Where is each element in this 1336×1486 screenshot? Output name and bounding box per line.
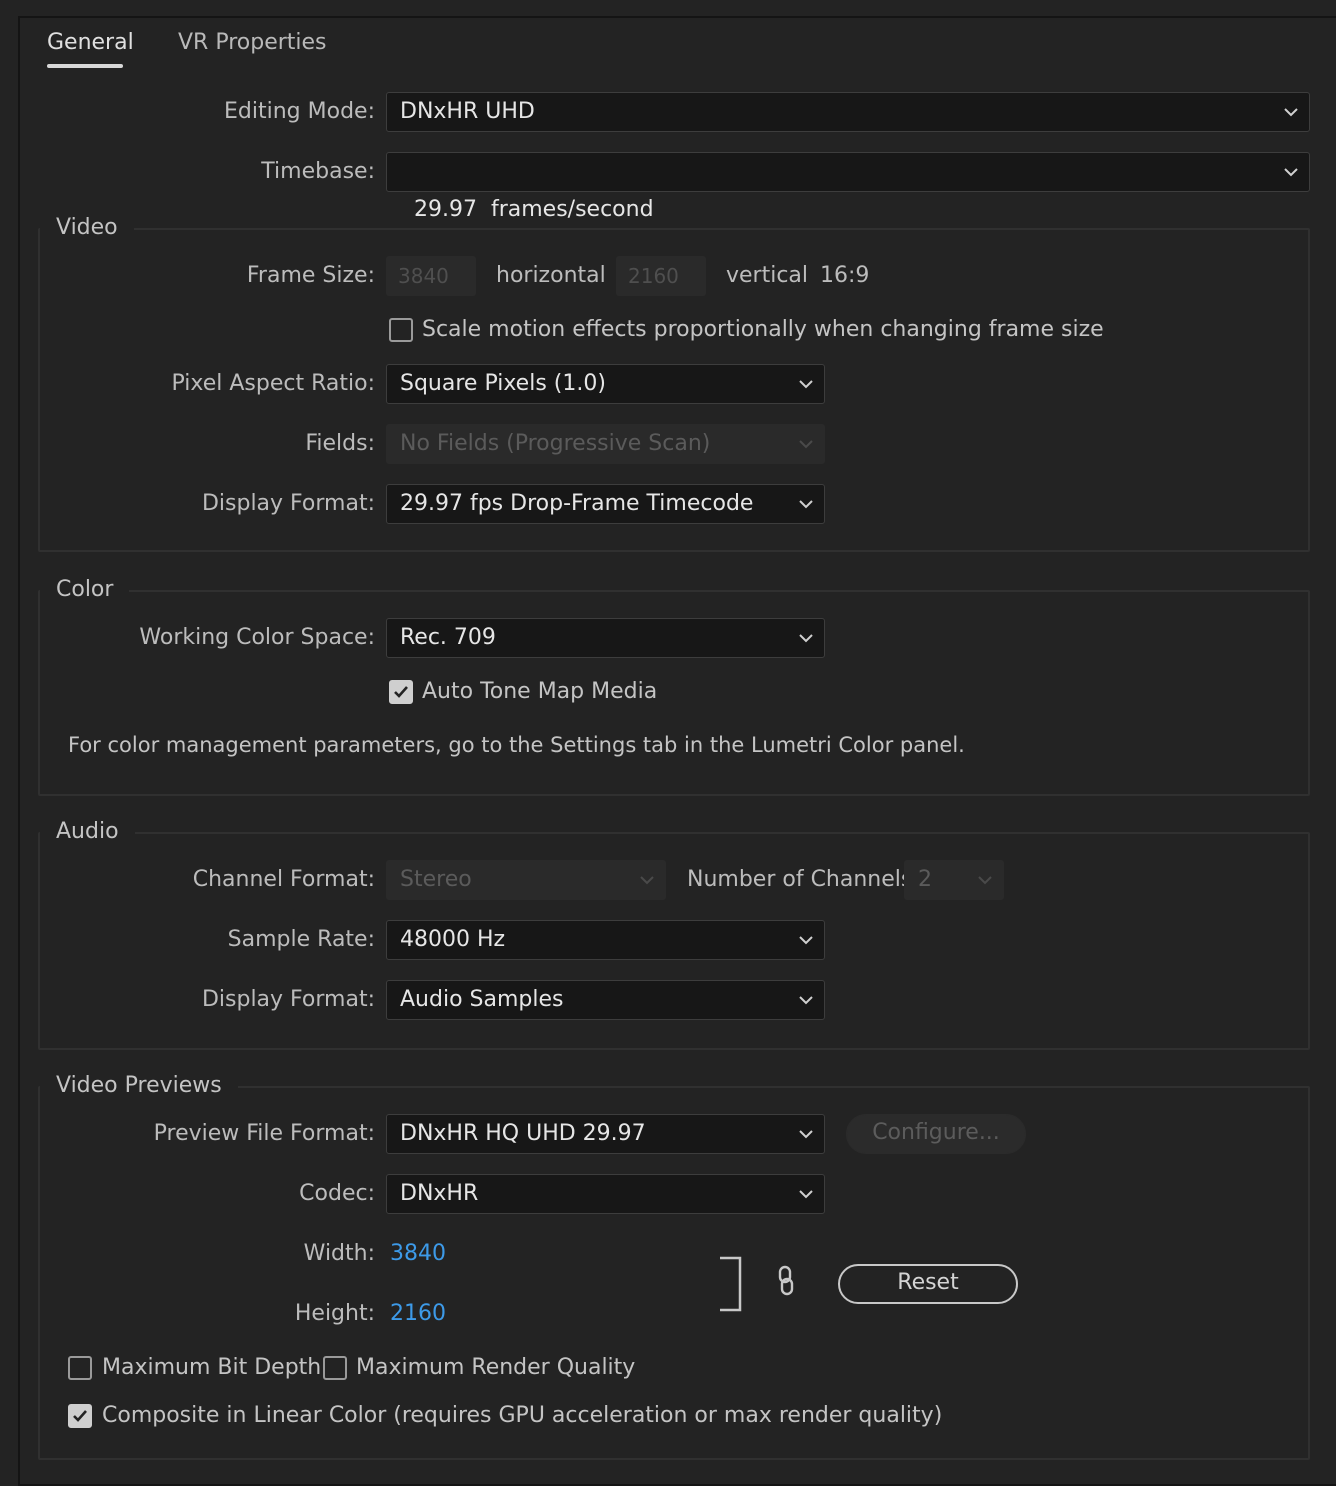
maximum-render-quality-label: Maximum Render Quality bbox=[356, 1355, 636, 1380]
fields-value: No Fields (Progressive Scan) bbox=[400, 431, 711, 456]
color-group-title: Color bbox=[40, 575, 130, 605]
codec-value: DNxHR bbox=[400, 1181, 479, 1206]
aspect-ratio-text: 16:9 bbox=[820, 263, 870, 288]
height-label: Height: bbox=[294, 1301, 375, 1326]
timebase-value: 29.97 frames/second bbox=[414, 197, 654, 222]
chevron-down-icon bbox=[798, 497, 814, 511]
codec-label: Codec: bbox=[299, 1181, 375, 1206]
working-color-space-value: Rec. 709 bbox=[400, 625, 496, 650]
timebase-label: Timebase: bbox=[261, 159, 375, 184]
working-color-space-label: Working Color Space: bbox=[139, 625, 375, 650]
video-previews-group-title: Video Previews bbox=[40, 1071, 238, 1101]
chevron-down-icon bbox=[1283, 165, 1299, 179]
width-label: Width: bbox=[303, 1241, 375, 1266]
chevron-down-icon bbox=[639, 873, 655, 887]
channel-format-label: Channel Format: bbox=[192, 867, 375, 892]
tab-vr-properties[interactable]: VR Properties bbox=[178, 30, 327, 55]
link-constrain-icon[interactable] bbox=[774, 1264, 798, 1298]
frame-width-input: 3840 bbox=[386, 256, 476, 296]
video-display-format-value: 29.97 fps Drop-Frame Timecode bbox=[400, 491, 754, 516]
horizontal-label: horizontal bbox=[496, 263, 606, 288]
chevron-down-icon bbox=[798, 1187, 814, 1201]
chevron-down-icon bbox=[798, 993, 814, 1007]
maximum-bit-depth-label: Maximum Bit Depth bbox=[102, 1355, 322, 1380]
pixel-aspect-ratio-value: Square Pixels (1.0) bbox=[400, 371, 606, 396]
pixel-aspect-ratio-dropdown[interactable]: Square Pixels (1.0) bbox=[386, 364, 825, 404]
video-display-format-dropdown[interactable]: 29.97 fps Drop-Frame Timecode bbox=[386, 484, 825, 524]
auto-tone-map-checkbox[interactable] bbox=[389, 680, 413, 704]
number-of-channels-value: 2 bbox=[918, 867, 932, 892]
number-of-channels-label: Number of Channels: bbox=[687, 867, 920, 892]
checkmark-icon bbox=[73, 1410, 87, 1422]
codec-dropdown[interactable]: DNxHR bbox=[386, 1174, 825, 1214]
preview-file-format-dropdown[interactable]: DNxHR HQ UHD 29.97 bbox=[386, 1114, 825, 1154]
scale-motion-checkbox[interactable] bbox=[389, 318, 413, 342]
chevron-down-icon bbox=[798, 437, 814, 451]
audio-display-format-label: Display Format: bbox=[201, 987, 375, 1012]
frame-height-input: 2160 bbox=[616, 256, 706, 296]
preview-file-format-label: Preview File Format: bbox=[153, 1121, 375, 1146]
configure-button: Configure... bbox=[846, 1114, 1026, 1154]
checkmark-icon bbox=[394, 686, 408, 698]
number-of-channels-dropdown: 2 bbox=[904, 860, 1004, 900]
bracket-icon bbox=[720, 1256, 742, 1312]
reset-button[interactable]: Reset bbox=[838, 1264, 1018, 1304]
maximum-render-quality-checkbox[interactable] bbox=[323, 1356, 347, 1380]
color-info-text: For color management parameters, go to t… bbox=[68, 733, 965, 757]
preview-file-format-value: DNxHR HQ UHD 29.97 bbox=[400, 1121, 646, 1146]
fields-dropdown: No Fields (Progressive Scan) bbox=[386, 424, 825, 464]
video-group-title: Video bbox=[40, 213, 134, 243]
chevron-down-icon bbox=[798, 1127, 814, 1141]
audio-group-title: Audio bbox=[40, 817, 135, 847]
width-value[interactable]: 3840 bbox=[390, 1234, 446, 1274]
composite-linear-color-checkbox[interactable] bbox=[68, 1404, 92, 1428]
height-value[interactable]: 2160 bbox=[390, 1294, 446, 1334]
pixel-aspect-ratio-label: Pixel Aspect Ratio: bbox=[171, 371, 376, 396]
tab-general-underline bbox=[47, 64, 123, 68]
frame-size-label: Frame Size: bbox=[246, 263, 375, 288]
chevron-down-icon bbox=[798, 377, 814, 391]
channel-format-value: Stereo bbox=[400, 867, 472, 892]
sample-rate-dropdown[interactable]: 48000 Hz bbox=[386, 920, 825, 960]
sample-rate-label: Sample Rate: bbox=[227, 927, 375, 952]
timebase-dropdown[interactable]: 29.97 frames/second bbox=[386, 152, 1310, 222]
editing-mode-label: Editing Mode: bbox=[224, 99, 375, 124]
tab-general[interactable]: General bbox=[47, 30, 134, 55]
chevron-down-icon bbox=[798, 933, 814, 947]
composite-linear-color-label: Composite in Linear Color (requires GPU … bbox=[102, 1403, 943, 1428]
audio-display-format-value: Audio Samples bbox=[400, 987, 564, 1012]
working-color-space-dropdown[interactable]: Rec. 709 bbox=[386, 618, 825, 658]
chevron-down-icon bbox=[1283, 105, 1299, 119]
chevron-down-icon bbox=[977, 873, 993, 887]
editing-mode-value: DNxHR UHD bbox=[400, 99, 535, 124]
vertical-label: vertical bbox=[726, 263, 809, 288]
audio-display-format-dropdown[interactable]: Audio Samples bbox=[386, 980, 825, 1020]
editing-mode-dropdown[interactable]: DNxHR UHD bbox=[386, 92, 1310, 132]
fields-label: Fields: bbox=[305, 431, 375, 456]
auto-tone-map-label: Auto Tone Map Media bbox=[422, 679, 658, 704]
sample-rate-value: 48000 Hz bbox=[400, 927, 506, 952]
channel-format-dropdown: Stereo bbox=[386, 860, 666, 900]
maximum-bit-depth-checkbox[interactable] bbox=[68, 1356, 92, 1380]
chevron-down-icon bbox=[798, 631, 814, 645]
video-display-format-label: Display Format: bbox=[201, 491, 375, 516]
scale-motion-label: Scale motion effects proportionally when… bbox=[422, 317, 1104, 342]
